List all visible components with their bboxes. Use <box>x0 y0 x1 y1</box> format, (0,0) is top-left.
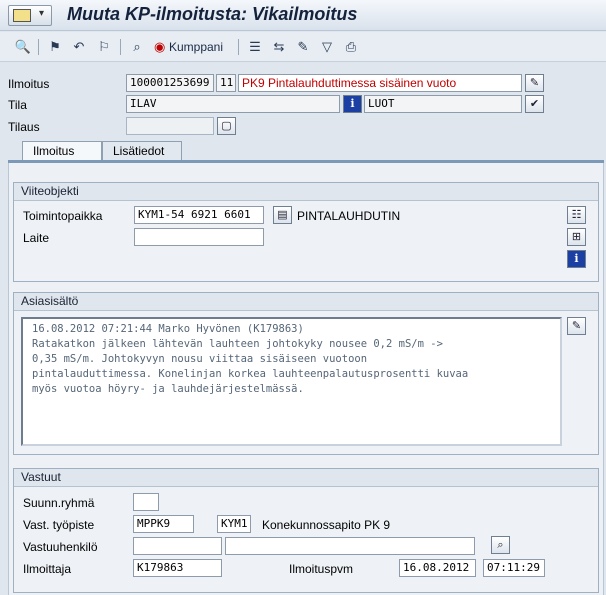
ilmoituspvm-label: Ilmoituspvm <box>289 562 354 576</box>
ilmoittaja-field[interactable]: K179863 <box>133 559 222 577</box>
tilaus-label: Tilaus <box>8 120 40 134</box>
toimintopaikka-label: Toimintopaikka <box>23 209 103 223</box>
text-edit-icon[interactable]: ✎ <box>567 317 586 335</box>
ilmoitus-label: Ilmoitus <box>8 77 50 91</box>
asiasisalto-group: Asiasisältö 16.08.2012 07:21:44 Marko Hy… <box>13 292 599 455</box>
toolbar-separator <box>38 39 39 55</box>
ilmoitus-type-field[interactable]: 11 <box>216 74 236 92</box>
tab-label: Lisätiedot <box>113 144 165 158</box>
vastuut-title: Vastuut <box>14 469 598 487</box>
partner-label: Kumppani <box>168 40 224 54</box>
ilmoitus-number-field[interactable]: 100001253699 <box>126 74 214 92</box>
laite-field[interactable] <box>134 228 264 246</box>
tila-user-status-field[interactable]: LUOT <box>364 95 522 113</box>
vastuuhenkilo-field[interactable] <box>133 537 222 555</box>
text-line: myös vuotoa höyry- ja lauhdejärjestelmäs… <box>32 383 304 395</box>
application-toolbar: 🔍 ⚑ ↶ ⚐ ⌕ ◉ Kumppani ☰ ⇆ ✎ ▽ ⎙ <box>0 32 606 62</box>
settlement-icon[interactable]: ✎ <box>294 38 312 56</box>
flag-activate-icon[interactable]: ⚑ <box>46 38 64 56</box>
filter-icon[interactable]: ▽ <box>318 38 336 56</box>
text-line: pintalauduttimessa. Konelinjan korkea la… <box>32 368 469 380</box>
text-line: Ratakatkon jälkeen lähtevän lauhteen joh… <box>32 338 443 350</box>
long-text-area[interactable]: 16.08.2012 07:21:44 Marko Hyvönen (K1798… <box>21 317 562 446</box>
title-bar: ▾ Muuta KP-ilmoitusta: Vikailmoitus <box>0 0 606 31</box>
create-order-icon[interactable]: ▢ <box>217 117 236 135</box>
viiteobjekti-group: Viiteobjekti Toimintopaikka KYM1-54 6921… <box>13 182 599 282</box>
suunn-ryhma-label: Suunn.ryhmä <box>23 496 95 510</box>
vast-tyopiste-label: Vast. työpiste <box>23 518 95 532</box>
ilmoituspvm-date-field[interactable]: 16.08.2012 <box>399 559 476 577</box>
text-line: 0,35 mS/m. Johtokyvyn nousu viittaa sisä… <box>32 353 368 365</box>
vast-tyopiste-field[interactable]: MPPK9 <box>133 515 194 533</box>
hierarchy-icon[interactable]: ⊞ <box>567 228 586 246</box>
system-menu-button[interactable]: ▾ <box>8 5 52 26</box>
ilmoitus-description-field[interactable]: PK9 Pintalauhduttimessa sisäinen vuoto <box>238 74 522 92</box>
partner-button[interactable]: ◉ Kumppani <box>154 38 234 56</box>
toolbar-separator <box>238 39 239 55</box>
tilaus-field[interactable] <box>126 117 214 135</box>
object-info-icon[interactable]: i <box>567 250 586 268</box>
viiteobjekti-title: Viiteobjekti <box>14 183 598 201</box>
flag-undo-icon[interactable]: ↶ <box>70 38 88 56</box>
tab-lisatiedot[interactable]: Lisätiedot <box>102 141 182 161</box>
text-line: 16.08.2012 07:21:44 Marko Hyvönen (K1798… <box>32 323 304 335</box>
status-check-icon[interactable]: ✔ <box>525 95 544 113</box>
vast-tyopiste-text: Konekunnossapito PK 9 <box>262 518 391 532</box>
status-info-icon[interactable]: i <box>343 95 362 113</box>
tila-status-field[interactable]: ILAV <box>126 95 340 113</box>
page-title: Muuta KP-ilmoitusta: Vikailmoitus <box>67 4 358 24</box>
partner-icon: ◉ <box>154 39 166 54</box>
ilmoittaja-label: Ilmoittaja <box>23 562 72 576</box>
flag-complete-icon[interactable]: ⚐ <box>95 38 113 56</box>
display-icon[interactable]: 🔍 <box>14 38 32 56</box>
vastuuhenkilo-label: Vastuuhenkilö <box>23 540 98 554</box>
toimintopaikka-text: PINTALAUHDUTIN <box>297 209 401 223</box>
tab-ilmoitus[interactable]: Ilmoitus <box>22 141 102 161</box>
structure-icon[interactable]: ☷ <box>567 206 586 224</box>
print-icon[interactable]: ⎙ <box>342 38 360 56</box>
document-list-icon[interactable]: ☰ <box>246 38 264 56</box>
ilmoituspvm-time-field[interactable]: 07:11:29 <box>483 559 545 577</box>
tab-label: Ilmoitus <box>33 144 75 158</box>
functional-location-display-icon[interactable]: ▤ <box>273 206 292 224</box>
tab-content-panel: Viiteobjekti Toimintopaikka KYM1-54 6921… <box>8 163 604 595</box>
vastuuhenkilo-name-field[interactable] <box>225 537 475 555</box>
tila-label: Tila <box>8 98 27 112</box>
chevron-down-icon: ▾ <box>39 8 45 19</box>
toolbar-separator <box>120 39 121 55</box>
suunn-ryhma-field[interactable] <box>133 493 159 511</box>
laite-label: Laite <box>23 231 50 245</box>
binoculars-icon[interactable]: ⌕ <box>491 536 510 554</box>
vast-tyopiste-plant-field[interactable]: KYM1 <box>217 515 251 533</box>
transfer-icon[interactable]: ⇆ <box>270 38 288 56</box>
asiasisalto-title: Asiasisältö <box>14 293 598 311</box>
vastuut-group: Vastuut Suunn.ryhmä Vast. työpiste MPPK9… <box>13 468 599 593</box>
binoculars-icon[interactable]: ⌕ <box>128 38 146 56</box>
toimintopaikka-field[interactable]: KYM1-54 6921 6601 <box>134 206 264 224</box>
menu-icon <box>13 9 31 22</box>
long-text-edit-icon[interactable]: ✎ <box>525 74 544 92</box>
